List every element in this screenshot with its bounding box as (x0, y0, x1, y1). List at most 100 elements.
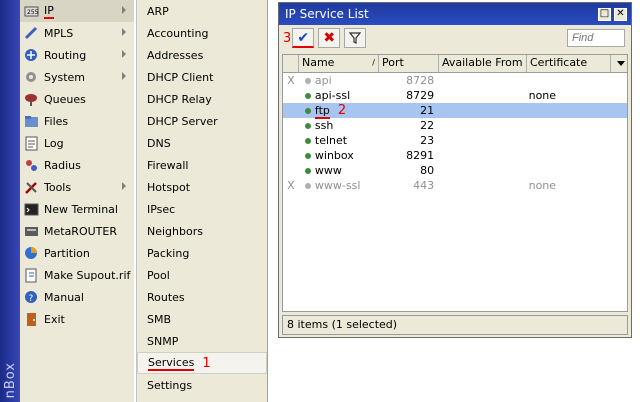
main-menu-item-system[interactable]: System (20, 66, 134, 88)
svg-text:255: 255 (27, 9, 39, 16)
filter-button[interactable] (344, 28, 367, 48)
submenu-item-ipsec[interactable]: IPsec (137, 198, 267, 220)
submenu-item-neighbors[interactable]: Neighbors (137, 220, 267, 242)
submenu-label: ARP (147, 4, 169, 18)
main-menu-item-tools[interactable]: Tools (20, 176, 134, 198)
submenu-item-smb[interactable]: SMB (137, 308, 267, 330)
find-input[interactable] (567, 29, 625, 47)
service-name-cell: telnet (299, 133, 379, 148)
submenu-item-dhcp-relay[interactable]: DHCP Relay (137, 88, 267, 110)
table-row[interactable]: api-ssl 8729 none (283, 88, 627, 103)
submenu-item-settings[interactable]: Settings (137, 374, 267, 396)
submenu-item-dhcp-server[interactable]: DHCP Server (137, 110, 267, 132)
service-status-icon (304, 167, 311, 174)
window-titlebar[interactable]: IP Service List □ ✕ (279, 3, 631, 25)
annotation-1: 1 (202, 355, 211, 371)
main-menu-item-new-terminal[interactable]: New Terminal (20, 198, 134, 220)
main-menu-item-ip[interactable]: 255 IP (20, 0, 134, 22)
table-row[interactable]: ssh 22 (283, 118, 627, 133)
main-menu-label: Tools (44, 180, 72, 194)
disabled-flag: X (287, 74, 295, 87)
certificate-cell (526, 103, 610, 118)
checkmark-icon: ✔ (297, 29, 310, 46)
log-icon (24, 136, 39, 151)
table-row[interactable]: telnet 23 (283, 133, 627, 148)
main-menu-label: Routing (44, 48, 87, 62)
table-row[interactable]: Xwww-ssl 443 none (283, 178, 627, 193)
certificate-cell (526, 163, 610, 178)
main-menu-item-exit[interactable]: Exit (20, 308, 134, 330)
submenu-item-addresses[interactable]: Addresses (137, 44, 267, 66)
column-header-available-from[interactable]: Available From (439, 55, 527, 72)
submenu-item-snmp[interactable]: SNMP (137, 330, 267, 352)
main-menu: 255 IP MPLS Routing System Queues Files Log Radi… (20, 0, 134, 402)
main-menu-label: Make Supout.rif (44, 268, 131, 282)
main-menu-item-make-supout-rif[interactable]: Make Supout.rif (20, 264, 134, 286)
available-from-cell (438, 118, 525, 133)
submenu-label: DHCP Relay (147, 92, 212, 106)
main-menu-item-manual[interactable]: ? Manual (20, 286, 134, 308)
service-status-icon (304, 92, 311, 99)
close-icon[interactable]: ✕ (614, 7, 627, 21)
available-from-cell (438, 103, 525, 118)
submenu-item-hotspot[interactable]: Hotspot (137, 176, 267, 198)
main-menu-item-queues[interactable]: Queues (20, 88, 134, 110)
supout-icon (24, 268, 39, 283)
submenu-item-firewall[interactable]: Firewall (137, 154, 267, 176)
radius-icon (24, 158, 39, 173)
submenu-item-pool[interactable]: Pool (137, 264, 267, 286)
submenu-item-accounting[interactable]: Accounting (137, 22, 267, 44)
submenu-label: Neighbors (147, 224, 203, 238)
table-row[interactable]: Xapi 8728 (283, 73, 627, 88)
column-header-port[interactable]: Port (379, 55, 439, 72)
ip-submenu: ARP Accounting Addresses DHCP Client DHCP Re… (136, 0, 267, 402)
submenu-item-packing[interactable]: Packing (137, 242, 267, 264)
manual-help-icon: ? (24, 290, 39, 305)
table-row[interactable]: winbox 8291 (283, 148, 627, 163)
main-menu-item-metarouter[interactable]: MetaROUTER (20, 220, 134, 242)
submenu-label: Addresses (147, 48, 204, 62)
main-menu-item-mpls[interactable]: MPLS (20, 22, 134, 44)
disable-button[interactable]: ✖ (318, 28, 341, 48)
table-row[interactable]: www 80 (283, 163, 627, 178)
service-name: www (314, 164, 342, 177)
table-row[interactable]: ftp 2 21 (283, 103, 627, 119)
main-menu-label: Exit (44, 312, 65, 326)
port-cell: 22 (420, 119, 435, 132)
maximize-icon[interactable]: □ (598, 7, 611, 21)
main-menu-item-radius[interactable]: Radius (20, 154, 134, 176)
tools-icon (24, 180, 39, 195)
submenu-label: Firewall (147, 158, 189, 172)
submenu-item-services[interactable]: Services 1 (137, 352, 267, 374)
column-chooser-button[interactable] (611, 55, 627, 72)
files-folder-icon (24, 114, 39, 129)
routing-icon (24, 48, 39, 63)
row-spacer (609, 178, 627, 193)
service-status-icon (304, 152, 311, 159)
disabled-flag (283, 148, 299, 163)
service-name: ftp (314, 104, 330, 119)
column-header-name[interactable]: Name / (299, 55, 379, 72)
submenu-item-arp[interactable]: ARP (137, 0, 267, 22)
service-name: winbox (314, 149, 354, 162)
submenu-item-dns[interactable]: DNS (137, 132, 267, 154)
port-cell: 80 (420, 164, 435, 177)
service-name: www-ssl (314, 179, 361, 192)
main-menu-item-partition[interactable]: Partition (20, 242, 134, 264)
row-spacer (609, 103, 627, 118)
row-spacer (609, 163, 627, 178)
enable-button[interactable]: ✔ (292, 28, 315, 48)
disabled-flag (283, 103, 299, 118)
status-bar: 8 items (1 selected) (282, 315, 628, 335)
main-menu-item-routing[interactable]: Routing (20, 44, 134, 66)
main-menu-label: MetaROUTER (44, 224, 117, 238)
submenu-item-routes[interactable]: Routes (137, 286, 267, 308)
available-from-cell (438, 88, 525, 103)
row-spacer (609, 148, 627, 163)
main-menu-item-files[interactable]: Files (20, 110, 134, 132)
main-menu-item-log[interactable]: Log (20, 132, 134, 154)
submenu-item-dhcp-client[interactable]: DHCP Client (137, 66, 267, 88)
dropdown-arrow-icon (616, 61, 625, 66)
main-menu-label: Partition (44, 246, 90, 260)
column-header-certificate[interactable]: Certificate (527, 55, 611, 72)
